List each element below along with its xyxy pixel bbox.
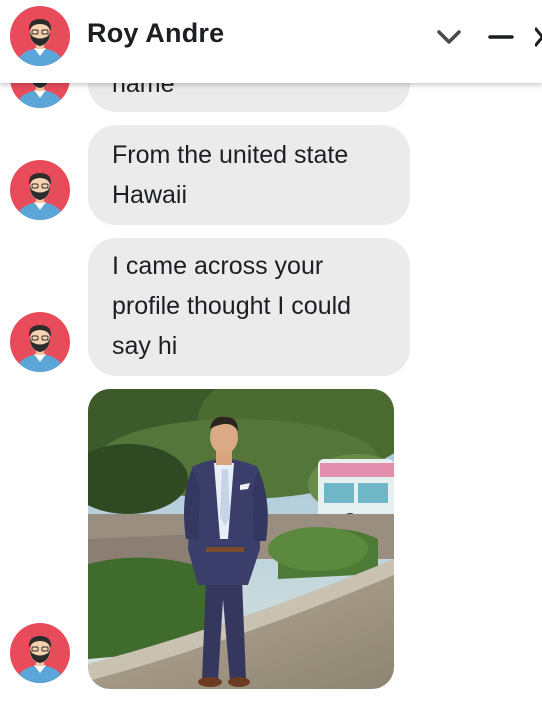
- avatar-icon: [10, 623, 70, 683]
- minimize-icon[interactable]: [486, 22, 516, 52]
- avatar-icon: [10, 160, 70, 220]
- contact-name[interactable]: Roy Andre: [87, 18, 224, 49]
- message-bubble[interactable]: From the united state Hawaii: [88, 125, 410, 225]
- avatar-icon[interactable]: [10, 6, 70, 66]
- man-in-suit-photo: [88, 389, 394, 689]
- message-bubble[interactable]: I came across your profile thought I cou…: [88, 238, 410, 376]
- photo-message[interactable]: [88, 389, 394, 689]
- avatar-icon: [10, 312, 70, 372]
- close-icon[interactable]: [535, 22, 542, 52]
- chevron-down-icon[interactable]: [434, 22, 464, 52]
- message-text: From the united state Hawaii: [112, 141, 349, 209]
- message-text: I came across your profile thought I cou…: [112, 252, 352, 360]
- chat-header: Roy Andre: [0, 0, 542, 83]
